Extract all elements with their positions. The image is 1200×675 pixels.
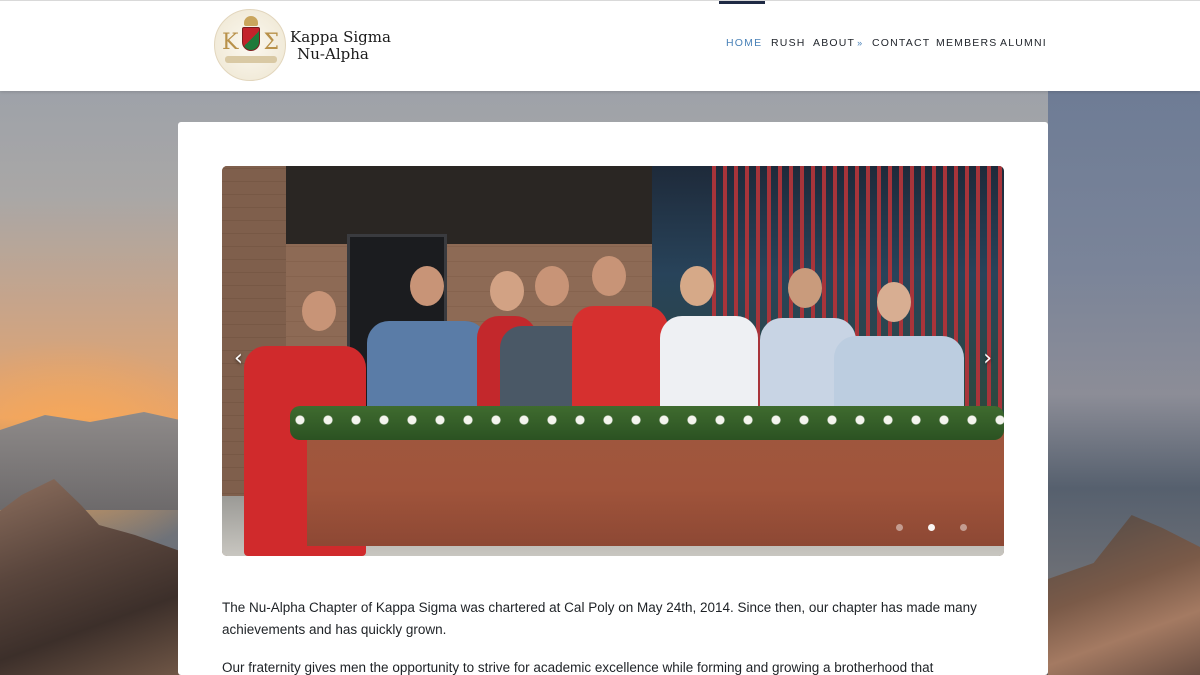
photo-person-head bbox=[877, 282, 911, 322]
mission-paragraph: Our fraternity gives men the opportunity… bbox=[222, 660, 934, 675]
slider-dot-2[interactable] bbox=[928, 524, 935, 531]
slider-pagination bbox=[892, 522, 982, 534]
photo-person-head bbox=[535, 266, 569, 306]
main-nav: HOME RUSH ABOUT» CONTACT MEMBERS ALUMNI bbox=[0, 1, 1200, 92]
photo-person-head bbox=[788, 268, 822, 308]
slider-prev-arrow-icon[interactable]: ‹ bbox=[234, 346, 243, 371]
nav-about[interactable]: ABOUT» bbox=[813, 37, 863, 49]
photo-person-head bbox=[410, 266, 444, 306]
nav-alumni[interactable]: ALUMNI bbox=[1000, 37, 1047, 49]
nav-rush[interactable]: RUSH bbox=[771, 37, 806, 49]
nav-contact[interactable]: CONTACT bbox=[872, 37, 930, 49]
nav-home[interactable]: HOME bbox=[726, 37, 762, 49]
nav-members[interactable]: MEMBERS bbox=[936, 37, 998, 49]
photo-wall-shadow bbox=[282, 166, 652, 244]
slider-next-arrow-icon[interactable]: › bbox=[983, 346, 992, 371]
content-card: ‹ › The Nu-Alpha Chapter of Kappa Sigma … bbox=[178, 122, 1048, 675]
nav-about-label: ABOUT bbox=[813, 37, 856, 49]
image-slider[interactable]: ‹ › bbox=[222, 166, 1004, 556]
slider-dot-3[interactable] bbox=[960, 524, 967, 531]
photo-person-head bbox=[490, 271, 524, 311]
chevron-down-double-icon: » bbox=[857, 38, 864, 48]
photo-person-head bbox=[680, 266, 714, 306]
active-nav-indicator bbox=[719, 1, 765, 4]
intro-paragraph: The Nu-Alpha Chapter of Kappa Sigma was … bbox=[222, 600, 977, 637]
photo-white-roses bbox=[290, 406, 1004, 440]
site-header: Κ Σ Kappa Sigma Nu-Alpha HOME RUSH ABOUT… bbox=[0, 0, 1200, 91]
photo-person-head bbox=[302, 291, 336, 331]
slider-dot-1[interactable] bbox=[896, 524, 903, 531]
photo-person-head bbox=[592, 256, 626, 296]
